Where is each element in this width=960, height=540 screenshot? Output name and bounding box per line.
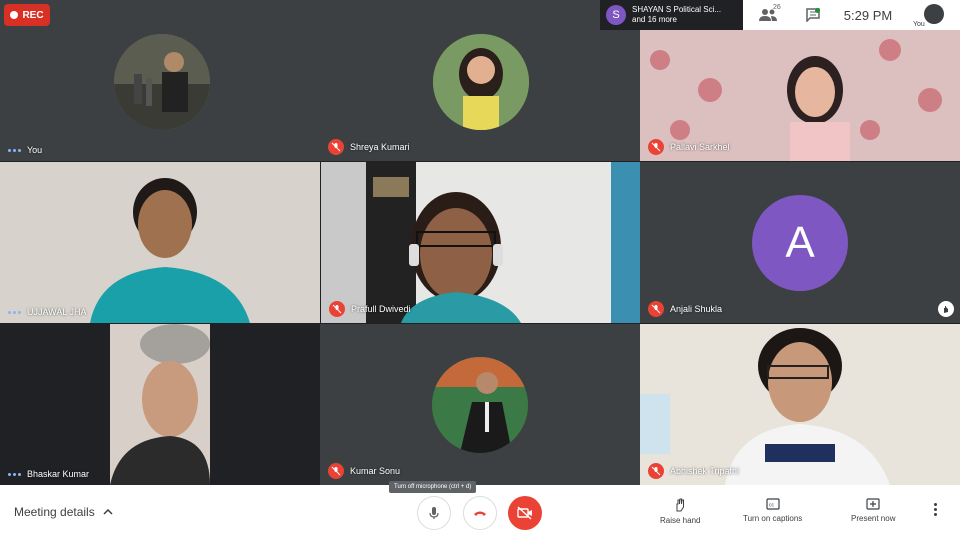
recording-badge: REC — [4, 4, 50, 26]
present-icon — [866, 498, 880, 510]
chat-notification-dot — [815, 8, 820, 13]
participant-label: Shreya Kumari — [328, 139, 410, 155]
meeting-details-button[interactable]: Meeting details — [14, 505, 113, 519]
mic-muted-icon — [328, 463, 344, 479]
video-feed — [321, 162, 640, 323]
top-controls: 26 5:29 PM You — [743, 0, 960, 30]
hang-up-button[interactable] — [463, 496, 497, 530]
participant-tile-pallavi[interactable]: Pallavi Sarkhel — [640, 30, 960, 161]
mic-tooltip: Turn off microphone (ctrl + d) — [389, 481, 477, 493]
mic-icon — [429, 507, 439, 519]
video-feed — [0, 162, 320, 323]
raise-hand-icon — [676, 498, 685, 512]
participant-tile-anjali[interactable]: A Anjali Shukla — [640, 162, 960, 323]
participant-label: Kumar Sonu — [328, 463, 400, 479]
chat-button[interactable] — [793, 8, 833, 22]
audio-level-icon — [8, 472, 21, 476]
clock: 5:29 PM — [843, 7, 893, 23]
participant-tile-bhaskar[interactable]: Bhaskar Kumar — [0, 324, 320, 485]
camera-off-icon — [517, 506, 532, 520]
presenter-info: SHAYAN S Political Sci... and 16 more — [632, 5, 721, 25]
self-thumbnail[interactable]: You — [905, 0, 960, 30]
more-vert-icon[interactable] — [934, 503, 937, 516]
raise-hand-indicator-icon — [938, 301, 954, 317]
captions-label: Turn on captions — [743, 514, 803, 523]
camera-button[interactable] — [508, 496, 542, 530]
mic-muted-icon — [648, 139, 664, 155]
hangup-icon — [474, 511, 486, 516]
present-now-button[interactable]: Present now — [851, 498, 895, 523]
participant-tile-kumar-sonu[interactable]: Kumar Sonu — [320, 324, 640, 485]
people-button[interactable]: 26 — [743, 4, 793, 22]
participant-label: Anjali Shukla — [648, 301, 722, 317]
presenter-name: SHAYAN S Political Sci... — [632, 5, 722, 14]
raise-hand-button[interactable]: Raise hand — [660, 498, 700, 525]
chevron-up-icon — [103, 509, 113, 515]
meeting-details-label: Meeting details — [14, 505, 95, 519]
participant-tile-abhishek[interactable]: Abhishek Tripathi — [640, 324, 960, 485]
avatar — [433, 34, 529, 130]
participant-label: Abhishek Tripathi — [648, 463, 739, 479]
present-label: Present now — [851, 514, 896, 523]
mic-muted-icon — [648, 463, 664, 479]
participant-tile-shreya[interactable]: Shreya Kumari — [320, 0, 640, 161]
mic-muted-icon — [329, 301, 345, 317]
self-avatar — [924, 4, 944, 24]
bottom-bar: Meeting details Raise hand cc Turn on ca… — [0, 485, 960, 540]
participant-label: You — [8, 145, 42, 155]
people-count: 26 — [773, 4, 781, 11]
participant-tile-prafull[interactable]: Prafull Dwivedi — [321, 162, 640, 323]
avatar: A — [752, 195, 848, 291]
self-label: You — [913, 21, 925, 28]
mic-muted-icon — [648, 301, 664, 317]
meet-window: You Shreya Kumari Pallavi Sarkhel UJJAWA… — [0, 0, 960, 540]
raise-hand-label: Raise hand — [660, 516, 701, 525]
record-dot-icon — [10, 11, 19, 19]
audio-level-icon — [8, 310, 21, 314]
presenter-avatar: S — [606, 5, 626, 25]
participant-label: UJJAWAL JHA — [8, 307, 87, 317]
captions-icon: cc — [766, 498, 780, 510]
svg-text:cc: cc — [769, 503, 775, 509]
microphone-button[interactable] — [417, 496, 451, 530]
video-feed — [0, 324, 320, 485]
presenter-more: and 16 more — [632, 15, 677, 24]
audio-level-icon — [8, 148, 21, 152]
participant-tile-ujjawal[interactable]: UJJAWAL JHA — [0, 162, 320, 323]
participant-label: Pallavi Sarkhel — [648, 139, 730, 155]
avatar — [114, 34, 210, 130]
participant-label: Prafull Dwivedi — [329, 301, 411, 317]
top-bar: S SHAYAN S Political Sci... and 16 more … — [600, 0, 960, 30]
avatar — [432, 357, 528, 453]
video-feed — [640, 324, 960, 485]
presenter-chip[interactable]: S SHAYAN S Political Sci... and 16 more — [600, 0, 743, 30]
mic-muted-icon — [328, 139, 344, 155]
participant-label: Bhaskar Kumar — [8, 469, 89, 479]
captions-button[interactable]: cc Turn on captions — [743, 498, 802, 523]
